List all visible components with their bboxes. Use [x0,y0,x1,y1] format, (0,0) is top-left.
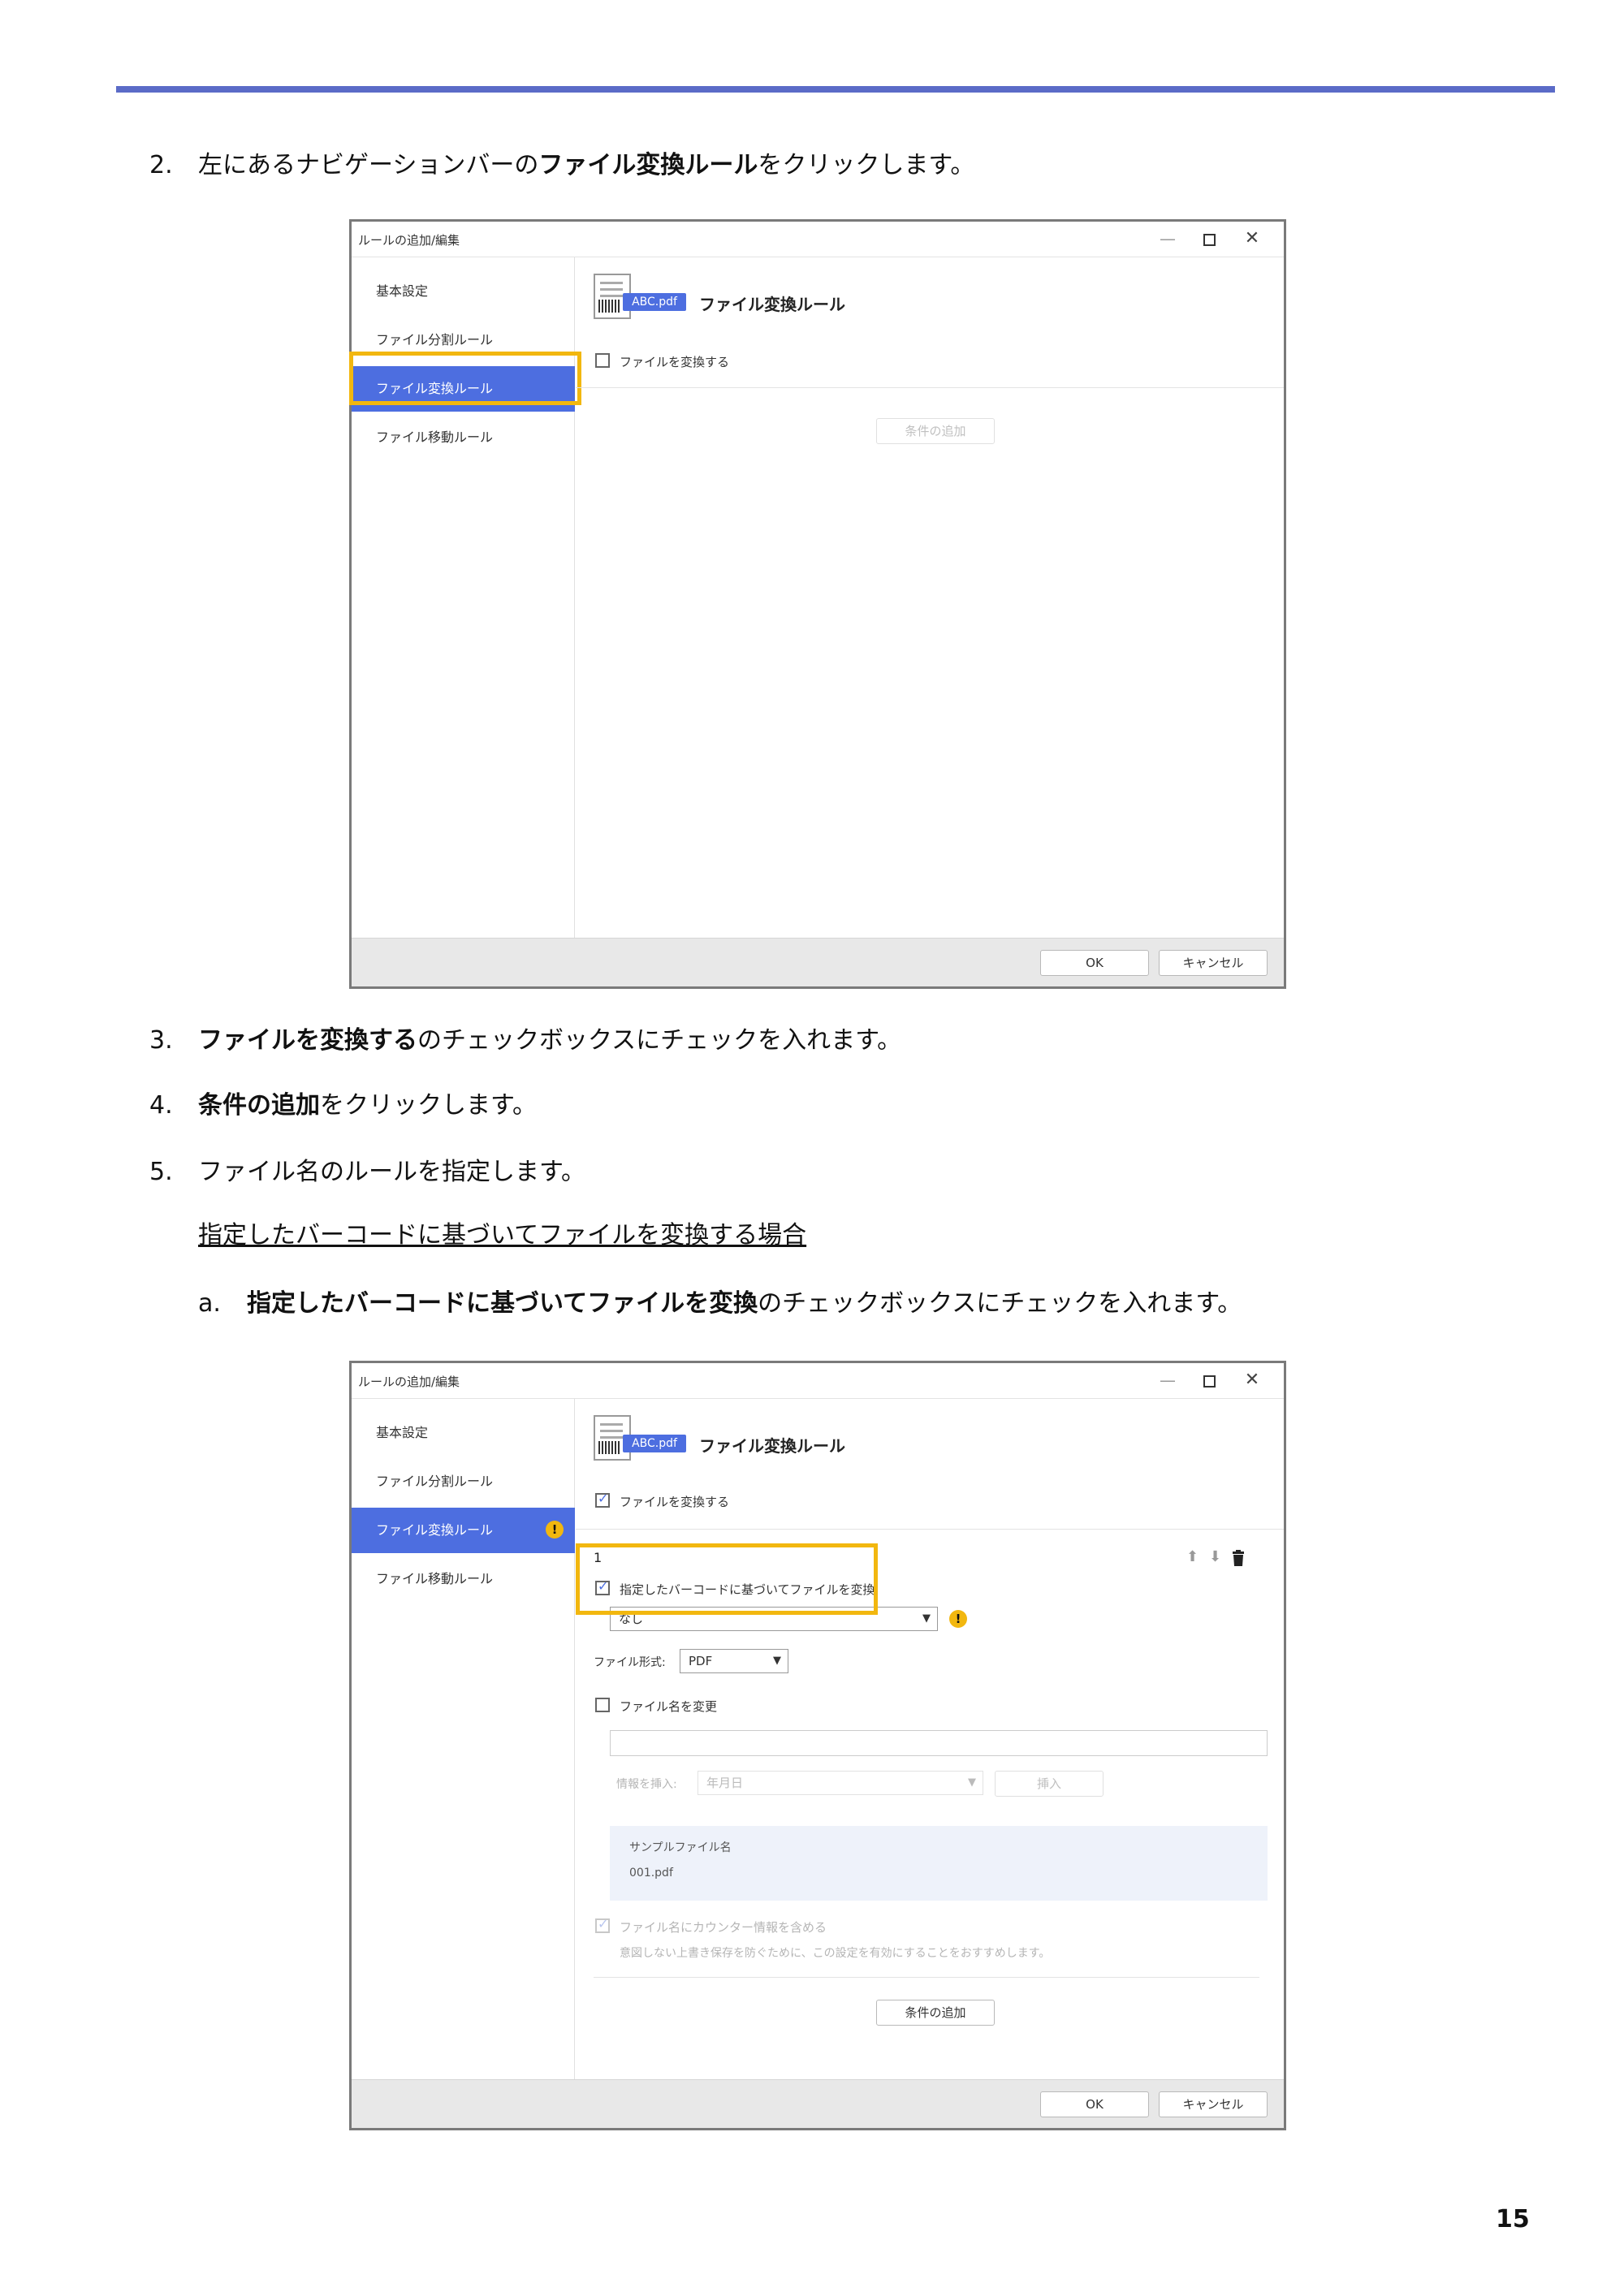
cancel-button[interactable]: キャンセル [1159,950,1268,976]
divider [576,387,1284,388]
sidebar-item-label: ファイル変換ルール [376,1522,494,1538]
filename-input[interactable] [610,1730,1268,1756]
highlight-frame [576,1543,878,1615]
minimize-icon[interactable]: — [1157,228,1178,249]
convert-file-checkbox[interactable] [595,1491,610,1508]
divider [576,1529,1284,1530]
chevron-down-icon: ▼ [968,1776,976,1789]
dialog-title: ルールの追加/編集 [358,233,460,248]
ok-button[interactable]: OK [1040,2091,1149,2117]
insert-info-label: 情報を挿入: [616,1778,677,1791]
dialog-title: ルールの追加/編集 [358,1375,460,1389]
file-format-label: ファイル形式: [594,1656,666,1669]
counter-info-checkbox[interactable] [595,1916,610,1933]
step-number: 4. [149,1091,173,1120]
chevron-down-icon: ▼ [773,1655,781,1667]
barcode-icon [598,1441,620,1454]
step-emphasis: ファイル変換ルール [538,151,758,179]
sidebar-item-convert-rule[interactable]: ファイル変換ルール ! [352,1508,575,1553]
close-icon[interactable]: ✕ [1242,228,1263,249]
move-up-icon[interactable]: ⬆ [1186,1548,1199,1565]
rename-file-label: ファイル名を変更 [620,1699,718,1714]
rename-file-checkbox[interactable] [595,1698,610,1712]
dialog-titlebar: ルールの追加/編集 — ✕ [352,1363,1284,1399]
step-2: 2. 左にあるナビゲーションバーのファイル変換ルールをクリックします。 [149,149,974,182]
divider [594,1977,1259,1978]
rule-title: ファイル変換ルール [699,1436,845,1456]
sidebar-item-split-rule[interactable]: ファイル分割ルール [352,1459,575,1504]
step-number: a. [198,1289,221,1318]
file-format-value: PDF [689,1654,713,1668]
minimize-icon[interactable]: — [1157,1370,1178,1391]
trash-icon[interactable] [1232,1550,1245,1566]
sample-filename-label: サンプルファイル名 [629,1841,732,1854]
close-icon[interactable]: ✕ [1242,1370,1263,1391]
sample-filename-value: 001.pdf [629,1867,673,1880]
counter-info-note: 意図しない上書き保存を防ぐために、この設定を有効にすることをおすすめします。 [620,1947,1051,1960]
step-text: のチェックボックスにチェックを入れます。 [417,1026,902,1055]
step-text: をクリックします。 [758,151,975,179]
insert-info-value: 年月日 [706,1776,744,1790]
rule-edit-dialog-2: ルールの追加/編集 — ✕ 基本設定 ファイル分割ルール ファイル変換ルール !… [349,1361,1286,2130]
dialog-sidebar: 基本設定 ファイル分割ルール ファイル変換ルール ! ファイル移動ルール [352,1399,575,2079]
sidebar-item-move-rule[interactable]: ファイル移動ルール [352,1556,575,1602]
rule-edit-dialog-1: ルールの追加/編集 — ✕ 基本設定 ファイル分割ルール ファイル変換ルール フ… [349,219,1286,989]
sidebar-item-basic-settings[interactable]: 基本設定 [352,269,575,314]
cancel-button[interactable]: キャンセル [1159,2091,1268,2117]
sidebar-item-basic-settings[interactable]: 基本設定 [352,1410,575,1456]
page-number: 15 [1496,2205,1530,2233]
maximize-icon[interactable] [1198,1370,1219,1391]
warning-icon: ! [546,1521,564,1539]
counter-info-label: ファイル名にカウンター情報を含める [620,1920,827,1935]
barcode-icon [598,300,620,313]
step-text: 左にあるナビゲーションバーの [198,151,539,179]
sample-filename-panel: サンプルファイル名 001.pdf [610,1826,1268,1901]
move-down-icon[interactable]: ⬇ [1209,1548,1221,1565]
chevron-down-icon: ▼ [922,1612,931,1625]
maximize-icon[interactable] [1198,228,1219,249]
step-3: 3. ファイルを変換するのチェックボックスにチェックを入れます。 [149,1025,901,1057]
dialog-main: ABC.pdf ファイル変換ルール ファイルを変換する 条件の追加 [576,257,1284,938]
dialog-titlebar: ルールの追加/編集 — ✕ [352,222,1284,257]
convert-file-checkbox[interactable] [595,353,610,368]
pdf-badge: ABC.pdf [623,1435,686,1452]
add-condition-button[interactable]: 条件の追加 [876,2000,995,2026]
convert-file-label: ファイルを変換する [620,355,730,369]
insert-info-select[interactable]: 年月日 ▼ [698,1771,983,1795]
step-a: a. 指定したバーコードに基づいてファイルを変換のチェックボックスにチェックを入れ… [198,1288,1242,1320]
dialog-footer: OK キャンセル [352,938,1284,986]
highlight-frame [349,352,581,405]
convert-file-label: ファイルを変換する [620,1495,730,1509]
pdf-badge: ABC.pdf [623,293,686,311]
step-text: ファイル名のルールを指定します。 [198,1158,585,1186]
insert-button[interactable]: 挿入 [995,1771,1104,1797]
add-condition-button[interactable]: 条件の追加 [876,418,995,444]
step-emphasis: 条件の追加 [198,1091,320,1120]
step-4: 4. 条件の追加をクリックします。 [149,1090,537,1122]
rule-title: ファイル変換ルール [699,295,845,314]
step-text: のチェックボックスにチェックを入れます。 [758,1289,1242,1318]
step-number: 5. [149,1158,173,1186]
section-subheading: 指定したバーコードに基づいてファイルを変換する場合 [198,1221,807,1249]
dialog-main: ABC.pdf ファイル変換ルール ファイルを変換する 1 ⬆ ⬇ 指定したバー… [576,1399,1284,2079]
sidebar-item-move-rule[interactable]: ファイル移動ルール [352,415,575,460]
step-number: 2. [149,151,173,179]
warning-icon: ! [949,1610,967,1628]
file-format-select[interactable]: PDF ▼ [680,1649,788,1673]
step-emphasis: ファイルを変換する [198,1026,417,1055]
step-number: 3. [149,1026,173,1055]
dialog-footer: OK キャンセル [352,2079,1284,2128]
step-5: 5. ファイル名のルールを指定します。 [149,1156,585,1189]
step-emphasis: 指定したバーコードに基づいてファイルを変換 [247,1289,758,1318]
step-text: をクリックします。 [320,1091,537,1120]
header-rule [116,86,1555,93]
ok-button[interactable]: OK [1040,950,1149,976]
